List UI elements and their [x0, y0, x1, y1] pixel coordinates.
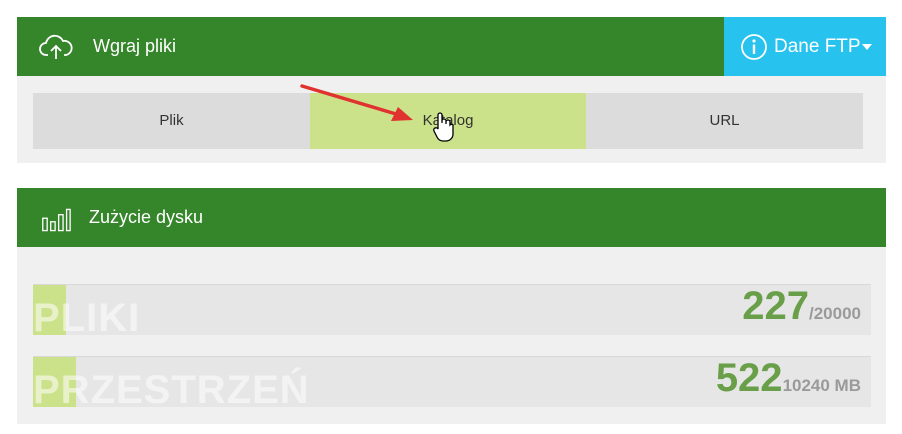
upload-panel: Wgraj pliki Dane FTP Plik Katalog URL — [17, 17, 886, 163]
files-limit: /20000 — [809, 304, 861, 323]
disk-usage-panel: Zużycie dysku PLIKI 227/20000 PRZESTRZEŃ… — [17, 188, 886, 424]
space-stat-label: PRZESTRZEŃ — [33, 368, 310, 412]
cloud-upload-icon — [39, 34, 73, 59]
tab-url-label: URL — [709, 112, 740, 129]
info-icon — [741, 34, 767, 60]
upload-title: Wgraj pliki — [93, 36, 177, 56]
tab-katalog[interactable]: Katalog — [310, 93, 586, 149]
ftp-data-button[interactable]: Dane FTP — [724, 17, 886, 76]
space-limit: 10240 MB — [782, 376, 861, 395]
files-stat-value: 227/20000 — [742, 284, 861, 329]
upload-panel-header: Wgraj pliki Dane FTP — [17, 17, 886, 76]
space-stat-value: 52210240 MB — [716, 356, 861, 401]
bar-chart-icon — [42, 208, 71, 232]
upload-tabs: Plik Katalog URL — [33, 93, 863, 149]
tab-plik-label: Plik — [159, 112, 184, 129]
space-stat-row: PRZESTRZEŃ 52210240 MB — [33, 356, 871, 412]
tab-katalog-label: Katalog — [422, 112, 474, 129]
tab-plik[interactable]: Plik — [33, 93, 310, 149]
files-stat-label: PLIKI — [33, 296, 141, 340]
disk-usage-header: Zużycie dysku — [17, 188, 886, 247]
disk-usage-title: Zużycie dysku — [89, 207, 204, 227]
chevron-down-icon — [862, 44, 872, 50]
ftp-button-label: Dane FTP — [774, 36, 861, 57]
files-count: 227 — [742, 284, 809, 328]
tab-url[interactable]: URL — [586, 93, 863, 149]
space-used: 522 — [715, 356, 783, 400]
files-stat-row: PLIKI 227/20000 — [33, 284, 871, 340]
